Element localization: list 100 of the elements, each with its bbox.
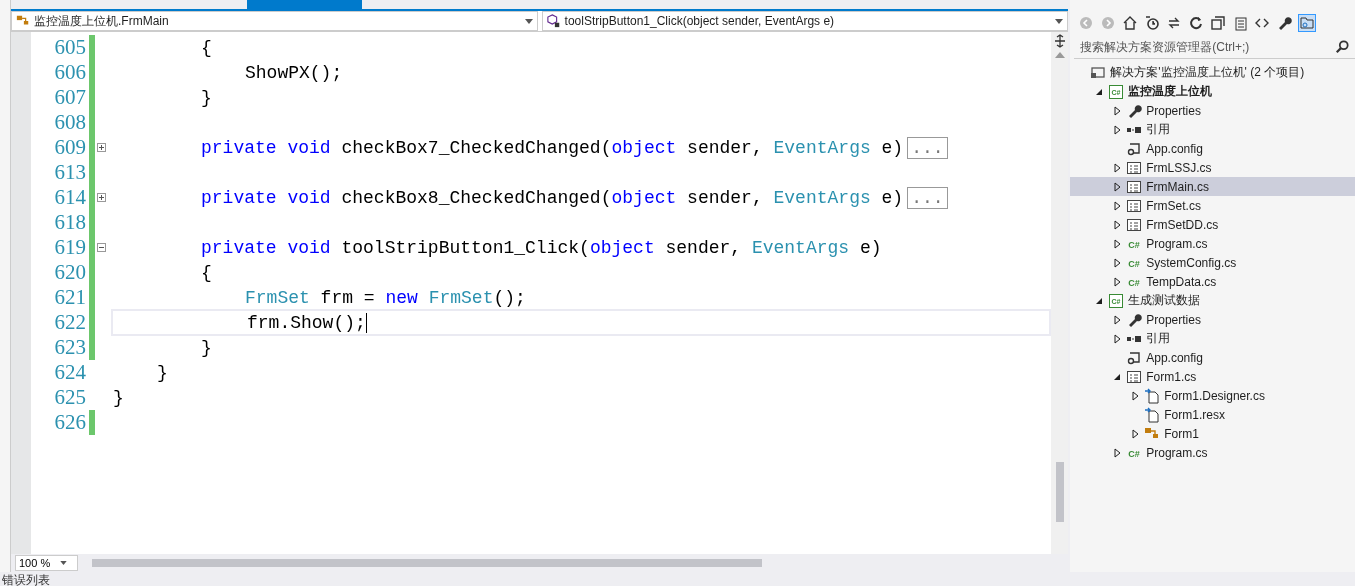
tree-item[interactable]: Form1	[1070, 424, 1355, 443]
code-line: ShowPX();	[244, 62, 343, 83]
tree-item[interactable]: 解决方案'监控温度上位机' (2 个项目)	[1070, 63, 1355, 82]
tree-item-label: Properties	[1146, 103, 1201, 118]
tree-item-label: 监控温度上位机	[1128, 83, 1213, 100]
line-number: 608	[53, 110, 86, 135]
line-number: 605	[53, 35, 86, 60]
code-line: private void toolStripButton1_Click(object sender, EventArgs e)	[200, 237, 882, 258]
tree-item-label: App.config	[1146, 141, 1203, 156]
tree-item-label: Form1.resx	[1164, 407, 1225, 422]
collapsed-arrow-icon[interactable]	[1112, 333, 1123, 344]
refresh-icon[interactable]	[1188, 15, 1205, 31]
scroll-thumb[interactable]	[92, 559, 762, 567]
line-number: 624	[53, 360, 86, 385]
tree-item[interactable]: Form1.resx	[1070, 405, 1355, 424]
file-icon	[1144, 406, 1161, 423]
form-icon	[1126, 178, 1143, 195]
tree-item[interactable]: Form1.Designer.cs	[1070, 386, 1355, 405]
tree-item[interactable]: 引用	[1070, 120, 1355, 139]
code-line: }	[156, 362, 168, 383]
split-icon[interactable]	[1053, 34, 1066, 48]
collapsed-arrow-icon[interactable]	[1112, 181, 1123, 192]
tree-item-label: 解决方案'监控温度上位机' (2 个项目)	[1110, 64, 1305, 81]
tree-item[interactable]: C# Program.cs	[1070, 443, 1355, 462]
form-icon	[1126, 197, 1143, 214]
collapsed-arrow-icon[interactable]	[1112, 314, 1123, 325]
line-number: 613	[53, 160, 86, 185]
tree-item[interactable]: 引用	[1070, 329, 1355, 348]
tree-item[interactable]: FrmMain.cs	[1070, 177, 1355, 196]
tree-item[interactable]: App.config	[1070, 348, 1355, 367]
code-line: private void checkBox7_CheckedChanged(object sender, EventArgs e) ...	[113, 137, 948, 158]
code-line: }	[200, 87, 212, 108]
tree-item-label: 引用	[1146, 121, 1171, 138]
line-number: 606	[53, 60, 86, 85]
collapsed-arrow-icon[interactable]	[1130, 390, 1141, 401]
tree-item-label: FrmLSSJ.cs	[1146, 160, 1212, 175]
tree-item-label: 生成测试数据	[1128, 292, 1201, 309]
tree-item[interactable]: App.config	[1070, 139, 1355, 158]
tree-item[interactable]: C# Program.cs	[1070, 234, 1355, 253]
tree-item[interactable]: Form1.cs	[1070, 367, 1355, 386]
tree-item-label: 引用	[1146, 330, 1171, 347]
line-number: 609	[53, 135, 86, 160]
search-field[interactable]: 搜索解决方案资源管理器(Ctrl+;)	[1074, 36, 1355, 59]
tree-item-label: App.config	[1146, 350, 1203, 365]
tree-item[interactable]: FrmSetDD.cs	[1070, 215, 1355, 234]
line-number: 620	[53, 260, 86, 285]
code-line: {	[200, 37, 212, 58]
expand-icon[interactable]	[97, 143, 106, 152]
tree-item[interactable]: C# SystemConfig.cs	[1070, 253, 1355, 272]
tree-item-label: FrmSet.cs	[1146, 198, 1201, 213]
collapsed-arrow-icon[interactable]	[1130, 428, 1141, 439]
tree-item[interactable]: Properties	[1070, 310, 1355, 329]
collapsed-arrow-icon[interactable]	[1112, 238, 1123, 249]
caret-icon	[1055, 18, 1064, 24]
member-dropdown[interactable]: toolStripButton1_Click(object sender, EventArgs e)	[541, 11, 1069, 31]
tree-item[interactable]: FrmLSSJ.cs	[1070, 158, 1355, 177]
tree-item[interactable]: Properties	[1070, 101, 1355, 120]
line-number: 622	[53, 310, 86, 335]
caret-icon	[524, 18, 533, 24]
config-file-icon	[1126, 349, 1143, 366]
vertical-scrollbar[interactable]	[1051, 32, 1069, 554]
search-icon	[1335, 40, 1349, 54]
tree-item[interactable]: C# TempData.cs	[1070, 272, 1355, 291]
scroll-thumb[interactable]	[1055, 462, 1064, 522]
line-number: 619	[53, 235, 86, 260]
csharp-file-icon: C#	[1126, 235, 1143, 252]
tree-item-label: SystemConfig.cs	[1146, 255, 1237, 270]
tree-item[interactable]: FrmSet.cs	[1070, 196, 1355, 215]
history-icon[interactable]	[1144, 15, 1161, 31]
collapse-icon[interactable]	[97, 243, 106, 252]
code-line: frm.Show();	[246, 312, 366, 333]
collapsed-arrow-icon[interactable]	[1112, 105, 1123, 116]
collapsed-arrow-icon[interactable]	[1112, 162, 1123, 173]
code-line: private void checkBox8_CheckedChanged(object sender, EventArgs e) ...	[113, 187, 948, 208]
class-dropdown[interactable]: 监控温度上位机.FrmMain	[11, 11, 538, 31]
home-icon[interactable]	[1122, 15, 1139, 31]
solution-icon	[1090, 64, 1107, 81]
collapse-all-icon[interactable]	[1210, 15, 1227, 31]
code-line: }	[200, 337, 212, 358]
form-icon	[1126, 216, 1143, 233]
tree-item-label: TempData.cs	[1146, 274, 1217, 289]
line-number: 623	[53, 335, 86, 360]
expand-icon[interactable]	[97, 193, 106, 202]
line-number: 618	[53, 210, 86, 235]
csharp-file-icon: C#	[1126, 444, 1143, 461]
class-icon	[16, 14, 30, 28]
code-line: {	[200, 262, 212, 283]
collapsed-arrow-icon[interactable]	[1112, 219, 1123, 230]
tree-item-label: Form1	[1164, 426, 1199, 441]
collapsed-arrow-icon[interactable]	[1112, 447, 1123, 458]
line-number: 621	[53, 285, 86, 310]
collapsed-arrow-icon[interactable]	[1112, 257, 1123, 268]
collapsed-arrow-icon[interactable]	[1112, 276, 1123, 287]
show-all-files-icon[interactable]	[1232, 15, 1249, 31]
line-number: 626	[53, 410, 86, 435]
collapsed-arrow-icon[interactable]	[1112, 124, 1123, 135]
collapsed-arrow-icon[interactable]	[1112, 200, 1123, 211]
zoom-dropdown[interactable]: 100 %	[15, 555, 78, 571]
caret-icon	[60, 561, 68, 565]
preview-icon[interactable]	[1298, 14, 1317, 32]
